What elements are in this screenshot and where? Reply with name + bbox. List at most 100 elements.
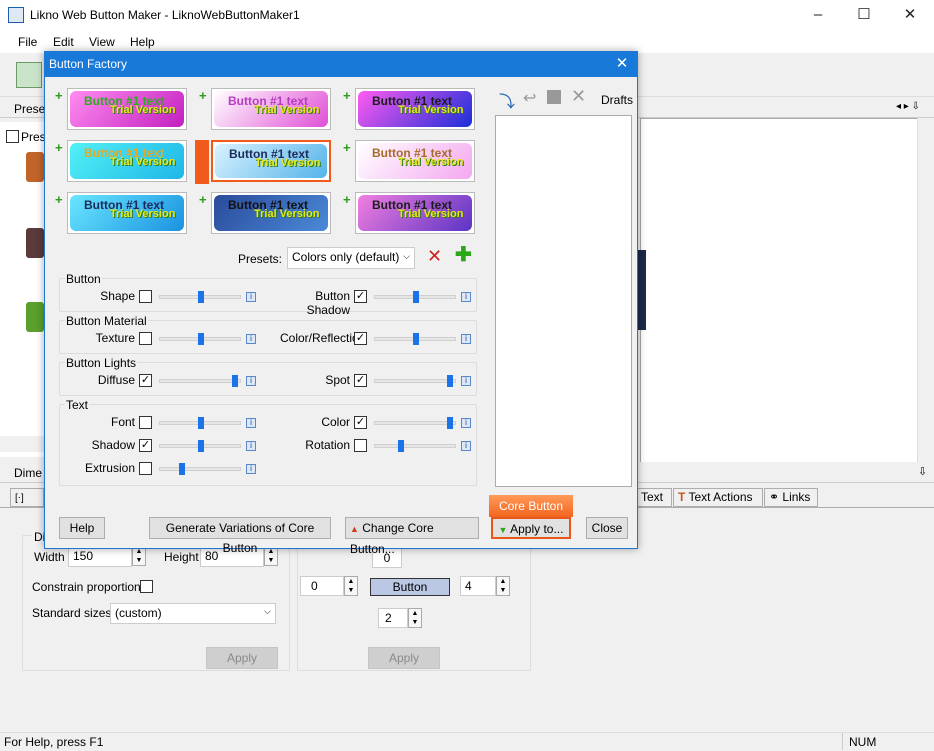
draft-save-icon[interactable] [547, 90, 561, 104]
margin-left-spinner[interactable]: ▲ ▼ [344, 576, 358, 596]
variation-thumbnail[interactable]: Button #1 text Trial Version [67, 140, 187, 182]
constrain-checkbox[interactable] [140, 580, 153, 593]
margin-left-input[interactable]: 0 [300, 576, 344, 596]
extrusion-checkbox[interactable] [139, 462, 152, 475]
vertical-scrollbar[interactable] [917, 118, 931, 463]
spot-slider-thumb[interactable] [447, 375, 453, 387]
menu-view[interactable]: View [89, 35, 115, 49]
shape-slider[interactable] [159, 291, 241, 303]
add-variation-icon[interactable]: + [343, 141, 355, 154]
variation-thumbnail[interactable]: Button #1 text Trial Version [211, 88, 331, 130]
texture-checkbox[interactable] [139, 332, 152, 345]
shape-slider-thumb[interactable] [198, 291, 204, 303]
color-reflection-slider[interactable] [374, 333, 456, 345]
height-spinner[interactable]: ▲ ▼ [264, 546, 278, 566]
margin-right-spinner[interactable]: ▲ ▼ [496, 576, 510, 596]
tab-dimensions[interactable]: [⋅] [10, 488, 44, 507]
texture-info-icon[interactable]: i [246, 334, 256, 344]
button-shadow-checkbox[interactable]: ✓ [354, 290, 367, 303]
dialog-close-button[interactable]: ✕ [611, 54, 633, 74]
menu-edit[interactable]: Edit [53, 35, 74, 49]
draft-undo-icon[interactable]: ↩ [523, 88, 536, 108]
text-color-info-icon[interactable]: i [461, 418, 471, 428]
margin-right-input[interactable]: 4 [460, 576, 496, 596]
margins-apply-button[interactable]: Apply [368, 647, 440, 669]
preset-thumb-green[interactable] [26, 302, 44, 332]
tab-links[interactable]: ⚭ Links [764, 488, 818, 507]
presets-checkbox[interactable] [6, 130, 19, 143]
menu-help[interactable]: Help [130, 35, 155, 49]
extrusion-info-icon[interactable]: i [246, 464, 256, 474]
color-reflection-checkbox[interactable]: ✓ [354, 332, 367, 345]
color-reflection-slider-thumb[interactable] [413, 333, 419, 345]
button-shadow-info-icon[interactable]: i [461, 292, 471, 302]
variation-thumbnail[interactable]: Button #1 text Trial Version [211, 140, 331, 182]
preset-thumb-dark[interactable] [26, 228, 44, 258]
add-variation-icon[interactable]: + [199, 193, 211, 206]
font-checkbox[interactable] [139, 416, 152, 429]
add-variation-icon[interactable]: + [55, 141, 67, 154]
add-variation-icon[interactable]: + [199, 89, 211, 102]
variation-thumbnail[interactable]: Button #1 text Trial Version [67, 88, 187, 130]
texture-slider-thumb[interactable] [198, 333, 204, 345]
button-shadow-slider-thumb[interactable] [413, 291, 419, 303]
rotation-checkbox[interactable] [354, 439, 367, 452]
diffuse-slider-thumb[interactable] [232, 375, 238, 387]
spot-slider[interactable] [374, 375, 456, 387]
text-color-checkbox[interactable]: ✓ [354, 416, 367, 429]
delete-preset-icon[interactable]: ✕ [427, 247, 442, 265]
button-shadow-slider[interactable] [374, 291, 456, 303]
width-input[interactable]: 150 [68, 546, 132, 567]
width-spinner[interactable]: ▲ ▼ [132, 546, 146, 566]
presets-select[interactable]: Colors only (default) ⌵ [287, 247, 415, 269]
add-variation-icon[interactable]: + [55, 89, 67, 102]
new-project-icon[interactable] [16, 62, 42, 88]
preset-thumb-orange[interactable] [26, 152, 44, 182]
font-slider[interactable] [159, 417, 241, 429]
variation-thumbnail[interactable]: Button #1 text Trial Version [355, 140, 475, 182]
text-shadow-slider[interactable] [159, 440, 241, 452]
extrusion-slider[interactable] [159, 463, 241, 475]
variation-thumbnail[interactable]: Button #1 text Trial Version [67, 192, 187, 234]
horizontal-scrollbar[interactable] [0, 436, 48, 452]
spot-info-icon[interactable]: i [461, 376, 471, 386]
dimensions-apply-button[interactable]: Apply [206, 647, 278, 669]
help-button[interactable]: Help [59, 517, 105, 539]
drafts-list[interactable] [495, 115, 632, 487]
diffuse-checkbox[interactable]: ✓ [139, 374, 152, 387]
diffuse-info-icon[interactable]: i [246, 376, 256, 386]
shape-checkbox[interactable] [139, 290, 152, 303]
rotation-info-icon[interactable]: i [461, 441, 471, 451]
text-color-slider-thumb[interactable] [447, 417, 453, 429]
add-preset-icon[interactable]: ✚ [455, 245, 472, 265]
font-slider-thumb[interactable] [198, 417, 204, 429]
add-variation-icon[interactable]: + [343, 89, 355, 102]
color-reflection-info-icon[interactable]: i [461, 334, 471, 344]
font-info-icon[interactable]: i [246, 418, 256, 428]
close-dialog-button[interactable]: Close [586, 517, 628, 539]
diffuse-slider[interactable] [159, 375, 241, 387]
maximize-button[interactable]: ☐ [841, 0, 887, 31]
variation-thumbnail[interactable]: Button #1 text Trial Version [355, 88, 475, 130]
apply-to-button[interactable]: ▼ Apply to... [491, 517, 571, 539]
add-variation-icon[interactable]: + [343, 193, 355, 206]
text-color-slider[interactable] [374, 417, 456, 429]
draft-delete-icon[interactable]: ✕ [571, 86, 586, 107]
shape-info-icon[interactable]: i [246, 292, 256, 302]
spot-checkbox[interactable]: ✓ [354, 374, 367, 387]
add-variation-icon[interactable]: + [55, 193, 67, 206]
standard-sizes-select[interactable]: (custom) ⌵ [110, 603, 276, 624]
tab-text-actions[interactable]: T Text Actions [673, 488, 763, 507]
margin-bottom-spinner[interactable]: ▲ ▼ [408, 608, 422, 628]
panel-nav-icons[interactable]: ◂ ▸ ⇩ [896, 101, 920, 112]
rotation-slider-thumb[interactable] [398, 440, 404, 452]
texture-slider[interactable] [159, 333, 241, 345]
text-shadow-slider-thumb[interactable] [198, 440, 204, 452]
variation-thumbnail[interactable]: Button #1 text Trial Version [355, 192, 475, 234]
change-core-button[interactable]: ▲ Change Core Button... [345, 517, 479, 556]
extrusion-slider-thumb[interactable] [179, 463, 185, 475]
variation-thumbnail[interactable]: Button #1 text Trial Version [211, 192, 331, 234]
menu-file[interactable]: File [18, 35, 37, 49]
text-shadow-info-icon[interactable]: i [246, 441, 256, 451]
tab-text[interactable]: Text [636, 488, 672, 507]
